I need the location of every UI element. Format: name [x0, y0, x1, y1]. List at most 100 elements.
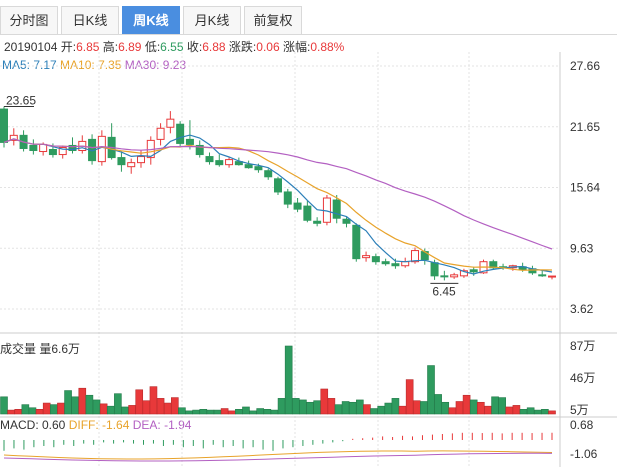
volume-bar	[128, 405, 136, 415]
volume-tick-label: 5万	[570, 403, 589, 417]
min-price-annotation: 6.45	[432, 284, 456, 298]
price-tick-label: 9.63	[570, 241, 594, 255]
volume-bar	[156, 398, 165, 415]
volume-bar	[57, 402, 65, 415]
volume-bar	[242, 406, 250, 415]
volume-bar	[377, 405, 385, 415]
candle-body	[430, 262, 439, 277]
candle-body	[254, 166, 263, 171]
candle-body	[205, 156, 214, 163]
candle-body	[176, 123, 185, 144]
volume-bar	[178, 407, 186, 415]
candle-body	[97, 135, 106, 163]
volume-bar	[35, 409, 44, 415]
macd-diff-line	[3, 450, 553, 460]
volume-bar	[327, 398, 336, 415]
candle-body	[352, 224, 361, 260]
candle-body	[264, 170, 273, 178]
volume-bar	[398, 405, 407, 415]
volume-bar	[548, 410, 556, 415]
volume-bar	[270, 409, 279, 415]
volume-bar	[498, 397, 506, 415]
volume-bar	[505, 406, 514, 415]
candle-body	[0, 108, 8, 143]
volume-bar	[50, 404, 58, 415]
volume-bar	[448, 407, 457, 415]
candle-body	[185, 138, 194, 145]
price-tick-label: 15.64	[570, 181, 600, 195]
volume-tick-label: 87万	[570, 339, 595, 353]
volume-bar	[391, 398, 400, 415]
volume-bar	[249, 410, 257, 415]
volume-bar	[462, 394, 471, 415]
candle-body	[381, 261, 390, 265]
volume-bar	[320, 388, 329, 415]
volume-bar	[484, 405, 492, 415]
volume-bar	[163, 402, 172, 415]
volume-bar	[149, 386, 158, 415]
volume-bar	[420, 401, 428, 415]
volume-bar	[64, 390, 72, 415]
candle-body	[29, 144, 38, 152]
volume-bar	[334, 404, 343, 415]
volume-bar	[477, 401, 485, 415]
volume-bar	[405, 379, 414, 415]
volume-bar	[71, 396, 79, 415]
candle-body	[127, 162, 136, 168]
price-tick-label: 3.62	[570, 302, 594, 316]
volume-bar	[171, 397, 179, 415]
volume-bar	[121, 406, 129, 415]
candle-body	[313, 220, 322, 224]
candle-body	[225, 159, 234, 166]
volume-bar	[526, 407, 535, 415]
volume-bar	[14, 409, 23, 415]
volume-bar	[135, 389, 144, 415]
candle-body	[283, 191, 292, 205]
volume-bar	[284, 345, 293, 415]
volume-bar	[491, 396, 499, 415]
volume-bar	[92, 399, 101, 415]
volume-bar	[192, 409, 200, 415]
price-tick-label: 21.65	[570, 120, 600, 134]
ma10-line	[3, 138, 553, 271]
volume-bar	[541, 409, 549, 415]
volume-bar	[85, 394, 94, 415]
volume-bar	[114, 393, 122, 415]
macd-tick-label: 0.68	[570, 418, 594, 432]
volume-bar	[434, 394, 442, 415]
candle-body	[362, 255, 371, 259]
volume-bar	[185, 410, 193, 415]
volume-bar	[363, 404, 371, 415]
volume-bar	[99, 403, 108, 415]
ma5-line	[3, 134, 553, 275]
volume-bar	[277, 398, 286, 415]
volume-bar	[42, 402, 51, 415]
volume-bar	[142, 400, 151, 415]
candle-body	[48, 148, 57, 156]
macd-tick-label: -1.06	[570, 447, 598, 461]
candle-body	[371, 256, 380, 263]
volume-bar	[533, 409, 542, 415]
candle-body	[303, 205, 312, 221]
volume-tick-label: 46万	[570, 371, 595, 385]
candle-body	[342, 218, 351, 224]
candle-body	[548, 275, 556, 278]
volume-bar	[21, 404, 30, 415]
volume-bar	[441, 401, 450, 415]
candle-body	[293, 202, 302, 210]
volume-bar	[455, 401, 464, 415]
volume-bar	[306, 401, 314, 415]
volume-bar	[356, 399, 364, 415]
volume-bar	[313, 400, 321, 415]
volume-bar	[227, 410, 236, 415]
volume-bar	[519, 409, 528, 415]
candle-body	[39, 143, 48, 153]
volume-bar	[0, 396, 8, 415]
candle-body	[117, 157, 126, 166]
volume-bar	[348, 401, 357, 415]
volume-bar	[412, 400, 421, 415]
candle-body	[215, 160, 224, 166]
volume-bar	[28, 407, 37, 415]
candle-body	[391, 263, 400, 267]
volume-bar	[199, 409, 208, 415]
